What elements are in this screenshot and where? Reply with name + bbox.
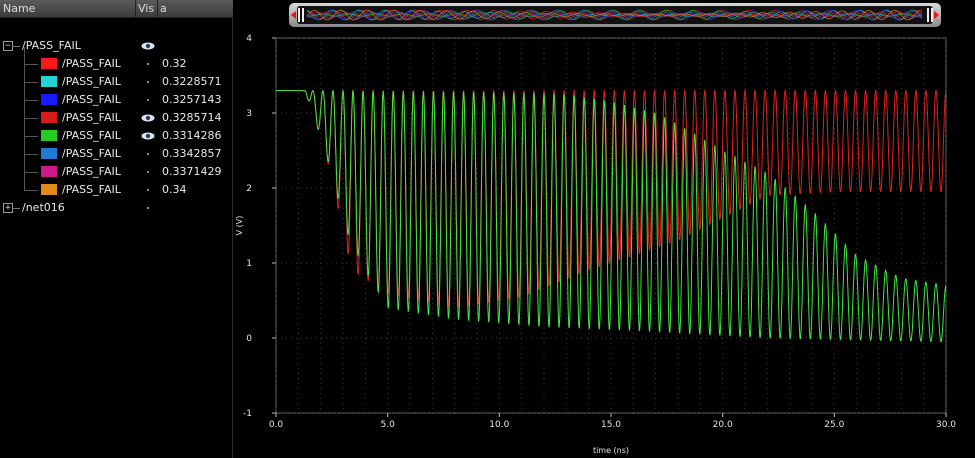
visibility-dot-icon[interactable] (147, 171, 149, 173)
legend-item-value: 0.32 (162, 57, 187, 70)
group-label: /net016 (22, 201, 65, 214)
visibility-dot-icon[interactable] (147, 189, 149, 191)
x-tick-label: 0.0 (269, 420, 284, 430)
tree-connector (12, 46, 20, 47)
legend-item[interactable]: /PASS_FAIL 0.3342857 (0, 145, 233, 163)
x-axis-label: time (ns) (593, 446, 629, 455)
visibility-dot-icon[interactable] (147, 99, 149, 101)
y-axis-label: V (V) (235, 216, 244, 236)
legend-item-label: /PASS_FAIL (62, 93, 121, 106)
legend-item-value: 0.3314286 (162, 129, 222, 142)
tree-connector (24, 154, 38, 155)
legend-item-value: 0.3371429 (162, 165, 222, 178)
visibility-dot-icon[interactable] (147, 63, 149, 65)
legend-item[interactable]: /PASS_FAIL 0.3285714 (0, 109, 233, 127)
y-tick-label: 1 (246, 259, 252, 269)
tree-connector (12, 208, 20, 209)
legend-item[interactable]: /PASS_FAIL 0.32 (0, 55, 233, 73)
tree-connector (24, 100, 38, 101)
group-label: /PASS_FAIL (22, 39, 81, 52)
tree-connector (24, 118, 38, 119)
y-tick-label: 0 (246, 334, 252, 344)
visibility-dot-icon[interactable] (147, 207, 149, 209)
eye-icon[interactable] (141, 114, 155, 122)
color-swatch[interactable] (41, 184, 57, 195)
header-separator (157, 0, 158, 17)
color-swatch[interactable] (41, 130, 57, 141)
color-swatch[interactable] (41, 58, 57, 69)
x-tick-label: 20.0 (713, 420, 733, 430)
legend-item[interactable]: /PASS_FAIL 0.3257143 (0, 91, 233, 109)
y-tick-label: 2 (246, 184, 252, 194)
y-tick-label: 3 (246, 109, 252, 119)
y-tick-label: -1 (243, 409, 252, 419)
legend-item[interactable]: /PASS_FAIL 0.3228571 (0, 73, 233, 91)
legend-item-label: /PASS_FAIL (62, 129, 121, 142)
tree-connector (24, 190, 38, 191)
legend-header: Name Vis a (0, 0, 233, 18)
legend-group-net016[interactable]: + /net016 (0, 199, 233, 217)
header-name[interactable]: Name (3, 2, 35, 15)
tree-connector (24, 82, 38, 83)
color-swatch[interactable] (41, 94, 57, 105)
visibility-dot-icon[interactable] (147, 81, 149, 83)
x-tick-label: 25.0 (824, 420, 844, 430)
legend-item-label: /PASS_FAIL (62, 111, 121, 124)
legend-item-value: 0.3342857 (162, 147, 222, 160)
x-tick-label: 15.0 (601, 420, 621, 430)
legend-item-label: /PASS_FAIL (62, 75, 121, 88)
legend-item-label: /PASS_FAIL (62, 165, 121, 178)
legend-item-label: /PASS_FAIL (62, 57, 121, 70)
color-swatch[interactable] (41, 148, 57, 159)
tree-connector (24, 172, 38, 173)
legend-item-value: 0.34 (162, 183, 187, 196)
legend-item[interactable]: /PASS_FAIL 0.3314286 (0, 127, 233, 145)
header-separator (135, 0, 136, 17)
eye-icon[interactable] (141, 42, 155, 50)
waveform-plot[interactable]: -1 0 1 2 3 4 0.0 5.0 10.0 15.0 20.0 25.0 30.0 time (n… (233, 0, 975, 458)
legend-item-value: 0.3228571 (162, 75, 222, 88)
x-tick-label: 30.0 (936, 420, 956, 430)
legend-item-value: 0.3285714 (162, 111, 222, 124)
color-swatch[interactable] (41, 112, 57, 123)
tree-connector (24, 64, 38, 65)
eye-icon[interactable] (141, 132, 155, 140)
legend-item[interactable]: /PASS_FAIL 0.3371429 (0, 163, 233, 181)
legend-item-label: /PASS_FAIL (62, 147, 121, 160)
color-swatch[interactable] (41, 166, 57, 177)
legend-item[interactable]: /PASS_FAIL 0.34 (0, 181, 233, 199)
header-a[interactable]: a (160, 2, 167, 15)
x-tick-label: 5.0 (381, 420, 396, 430)
color-swatch[interactable] (41, 76, 57, 87)
y-tick-label: 4 (246, 34, 252, 44)
legend-item-value: 0.3257143 (162, 93, 222, 106)
tree-connector (24, 136, 38, 137)
legend-panel: Name Vis a − /PASS_FAIL /PASS_FAIL 0.32/P… (0, 0, 233, 458)
legend-group-pass-fail[interactable]: − /PASS_FAIL (0, 37, 233, 55)
legend-item-label: /PASS_FAIL (62, 183, 121, 196)
visibility-dot-icon[interactable] (147, 153, 149, 155)
x-tick-label: 10.0 (489, 420, 509, 430)
header-vis[interactable]: Vis (138, 2, 154, 15)
